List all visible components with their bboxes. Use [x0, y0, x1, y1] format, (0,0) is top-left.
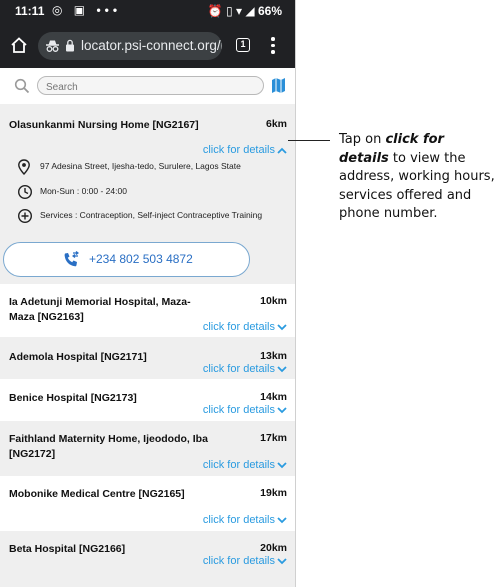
- list-item[interactable]: Mobonike Medical Centre [NG2165] 19km cl…: [0, 476, 295, 531]
- facility-distance: 6km: [265, 118, 287, 130]
- facility-hours: Mon-Sun : 0:00 - 24:00: [40, 186, 127, 196]
- lock-icon: [66, 39, 74, 52]
- click-for-details-link[interactable]: click for details: [203, 321, 287, 333]
- facility-distance: 14km: [260, 391, 287, 403]
- notification-icons: ◎ ▣ •••: [52, 3, 122, 17]
- list-item[interactable]: Benice Hospital [NG2173] 14km click for …: [0, 379, 295, 421]
- status-time: 11:11: [15, 4, 45, 18]
- battery-level: 66%: [257, 4, 282, 18]
- call-button[interactable]: +234 802 503 4872: [3, 242, 250, 277]
- chevron-up-icon: [277, 147, 287, 154]
- facility-distance: 10km: [260, 295, 287, 307]
- annotation-text: Tap on click for details to view the add…: [339, 131, 497, 224]
- click-for-details-link[interactable]: click for details: [203, 514, 287, 526]
- map-icon[interactable]: [271, 77, 286, 94]
- details-label: click for details: [202, 321, 275, 333]
- location-pin-icon: [18, 159, 30, 175]
- facility-name: Olasunkanmi Nursing Home [NG2167]: [9, 119, 199, 131]
- click-for-details-link[interactable]: click for details: [203, 555, 287, 567]
- click-for-details-link[interactable]: click for details: [203, 459, 287, 471]
- facility-distance: 17km: [260, 432, 287, 444]
- hours-row: Mon-Sun : 0:00 - 24:00: [17, 184, 287, 200]
- phone-call-icon: [64, 251, 79, 267]
- chevron-down-icon: [277, 516, 287, 523]
- search-field[interactable]: [37, 76, 264, 96]
- details-label: click for details: [202, 404, 275, 416]
- plus-circle-icon: [17, 208, 33, 224]
- phone-number: +234 802 503 4872: [89, 252, 193, 266]
- facility-name: Faithland Maternity Home, Ijeododo, Iba …: [9, 433, 208, 460]
- chevron-down-icon: [277, 406, 287, 413]
- facility-name: Beta Hospital [NG2166]: [9, 543, 126, 555]
- facility-address: 97 Adesina Street, Ijesha-tedo, Surulere…: [40, 161, 241, 171]
- clock-icon: [17, 184, 33, 200]
- facility-name: Ia Adetunji Memorial Hospital, Maza-Maza…: [9, 296, 191, 323]
- chevron-down-icon: [277, 365, 287, 372]
- chevron-down-icon: [277, 323, 287, 330]
- details-label: click for details: [202, 514, 275, 526]
- details-label: click for details: [202, 363, 275, 375]
- status-bar: 11:11 ◎ ▣ ••• ⏰ ▯ ▾ ◢ 66%: [0, 0, 295, 24]
- details-label: click for details: [202, 459, 275, 471]
- click-for-details-link[interactable]: click for details: [203, 144, 287, 156]
- facility-services: Services : Contraception, Self-inject Co…: [40, 210, 263, 220]
- facility-distance: 13km: [260, 350, 287, 362]
- list-item[interactable]: Beta Hospital [NG2166] 20km click for de…: [0, 531, 295, 587]
- details-label: click for details: [202, 555, 275, 567]
- list-item[interactable]: Faithland Maternity Home, Ijeododo, Iba …: [0, 421, 295, 476]
- system-status-icons: ⏰ ▯ ▾ ◢ 66%: [208, 4, 282, 18]
- services-row: Services : Contraception, Self-inject Co…: [17, 208, 287, 224]
- tab-switcher-button[interactable]: 1: [236, 38, 250, 52]
- search-bar: [0, 68, 295, 104]
- phone-screen: 11:11 ◎ ▣ ••• ⏰ ▯ ▾ ◢ 66% locator.psi-co…: [0, 0, 296, 587]
- facility-name: Mobonike Medical Centre [NG2165]: [9, 488, 185, 500]
- url-text: locator.psi-connect.org/l: [81, 38, 222, 53]
- annotation-prefix: Tap on: [339, 132, 386, 147]
- click-for-details-link[interactable]: click for details: [203, 404, 287, 416]
- facility-name: Ademola Hospital [NG2171]: [9, 351, 147, 363]
- search-input[interactable]: [38, 79, 263, 96]
- home-icon[interactable]: [10, 36, 28, 54]
- facility-distance: 19km: [260, 487, 287, 499]
- callout-line: [288, 140, 330, 141]
- list-item[interactable]: Ademola Hospital [NG2171] 13km click for…: [0, 337, 295, 379]
- details-label: click for details: [202, 144, 275, 156]
- click-for-details-link[interactable]: click for details: [203, 363, 287, 375]
- browser-toolbar: locator.psi-connect.org/l 1: [0, 24, 295, 68]
- facility-name: Benice Hospital [NG2173]: [9, 392, 137, 404]
- browser-menu-icon[interactable]: [271, 37, 275, 55]
- facility-distance: 20km: [260, 542, 287, 554]
- list-item-expanded[interactable]: Olasunkanmi Nursing Home [NG2167] 6km cl…: [0, 104, 295, 284]
- chevron-down-icon: [277, 557, 287, 564]
- search-icon[interactable]: [14, 78, 30, 94]
- system-icons: ⏰ ▯ ▾ ◢: [207, 4, 255, 18]
- address-row: 97 Adesina Street, Ijesha-tedo, Surulere…: [17, 159, 287, 175]
- incognito-icon: [46, 40, 59, 52]
- chevron-down-icon: [277, 461, 287, 468]
- address-bar[interactable]: locator.psi-connect.org/l: [38, 32, 222, 60]
- list-item[interactable]: Ia Adetunji Memorial Hospital, Maza-Maza…: [0, 284, 295, 337]
